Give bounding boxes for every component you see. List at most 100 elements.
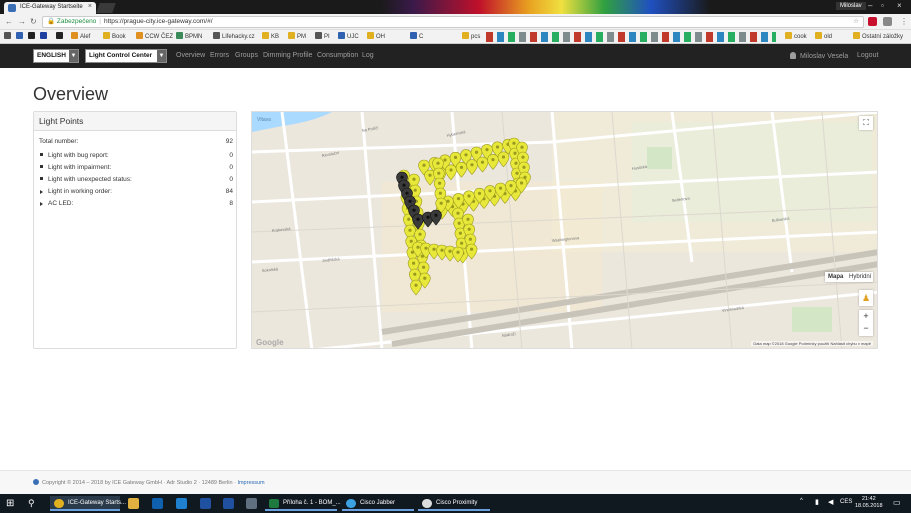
map-type-hybrid[interactable]: Hybridní: [849, 274, 871, 280]
map-type-map[interactable]: Mapa: [828, 274, 843, 280]
file-explorer-icon[interactable]: [128, 498, 139, 509]
ac-led-marker-dot: [408, 199, 412, 203]
bookmark-lifehacky[interactable]: Lifehacky.cz: [213, 32, 255, 42]
user-menu[interactable]: Miloslav Vesela: [790, 52, 848, 60]
maximize-icon[interactable]: ▫: [881, 1, 884, 10]
taskbar-app-chrome[interactable]: ICE-Gateway Starts...: [50, 496, 126, 511]
extension-icon[interactable]: [883, 17, 892, 26]
zoom-out-button[interactable]: −: [859, 323, 873, 336]
stat-value: 8: [229, 200, 233, 207]
word-icon[interactable]: [223, 498, 234, 509]
minimize-icon[interactable]: –: [868, 1, 872, 10]
jabber-icon: [346, 499, 356, 508]
tray-chevron-icon[interactable]: ^: [800, 498, 808, 509]
system-clock[interactable]: 21:42 18.05.2018: [855, 496, 883, 510]
apps-icon[interactable]: [4, 32, 13, 42]
bookmark-cook[interactable]: cook: [785, 32, 807, 42]
stat-value: 0: [229, 152, 233, 159]
working-light-marker-dot: [467, 227, 471, 231]
working-light-marker-dot: [422, 265, 426, 269]
stat-row-expandable[interactable]: Light in working order: 84: [39, 187, 233, 197]
logout-link[interactable]: Logout: [857, 52, 878, 59]
stat-row-expandable[interactable]: AC LED: 8: [39, 199, 233, 209]
copyright: Copyright © 2014 – 2018 by ICE Gateway G…: [33, 479, 265, 486]
stat-row[interactable]: Light with unexpected status: 0: [39, 175, 233, 185]
menu-icon[interactable]: ⋮: [900, 17, 908, 26]
map-view[interactable]: Vltava Hybernská Revoluční Krakovská Jin…: [251, 111, 878, 349]
ie-icon[interactable]: [176, 498, 187, 509]
tab-close-icon[interactable]: ×: [88, 3, 92, 10]
map-canvas[interactable]: Vltava Hybernská Revoluční Krakovská Jin…: [252, 112, 878, 349]
nav-groups[interactable]: Groups: [235, 52, 258, 59]
language-select[interactable]: ENGLISH ▼: [33, 49, 79, 63]
app-icon[interactable]: [246, 498, 257, 509]
bookmark-ujc[interactable]: UJC: [338, 32, 359, 42]
windows-start-icon[interactable]: ⊞: [6, 498, 17, 509]
bookmark-pm[interactable]: PM: [288, 32, 306, 42]
folder-icon: [367, 32, 374, 39]
bookmark-ccw[interactable]: CCW ČEZ: [136, 32, 173, 42]
working-light-marker-dot: [464, 153, 468, 157]
extension-icon[interactable]: [868, 17, 877, 26]
volume-icon[interactable]: ◀: [828, 498, 837, 509]
search-icon[interactable]: ⚲: [28, 498, 39, 509]
ac-led-marker-dot: [400, 175, 404, 179]
taskbar-app-jabber[interactable]: Cisco Jabber: [342, 496, 414, 511]
bookmark-icon[interactable]: [40, 32, 49, 42]
address-bar[interactable]: 🔒 Zabezpečeno | https://prague-city.ice-ga…: [42, 16, 864, 28]
map-attribution[interactable]: Data map ©2018 Google Podmínky použití N…: [751, 341, 873, 346]
bookmark-oh[interactable]: OH: [367, 32, 385, 42]
bookmark-icon[interactable]: [16, 32, 25, 42]
pegman-icon[interactable]: ♟: [859, 290, 873, 306]
titlebar-background: [380, 0, 710, 14]
network-icon[interactable]: ▮: [815, 498, 824, 509]
browser-profile[interactable]: Miloslav: [836, 2, 866, 10]
url-text: https://prague-city.ice-gateway.com/#/: [104, 18, 213, 25]
bookmark-c[interactable]: C: [410, 32, 423, 42]
language-value: ENGLISH: [37, 52, 66, 59]
other-bookmarks[interactable]: Ostatní záložky: [853, 32, 903, 42]
working-light-marker-dot: [449, 168, 453, 172]
bookmark-star-icon[interactable]: ☆: [853, 17, 859, 27]
site-icon: [410, 32, 417, 39]
stat-row[interactable]: Light with bug report: 0: [39, 151, 233, 161]
bookmark-icons-strip[interactable]: [486, 32, 776, 42]
bookmark-icon[interactable]: [56, 32, 65, 42]
working-light-marker-dot: [413, 188, 417, 192]
bookmark-pcs[interactable]: pcs: [462, 32, 480, 42]
forward-icon[interactable]: →: [18, 17, 26, 26]
bookmark-icon[interactable]: [28, 32, 37, 42]
bookmark-old[interactable]: old: [815, 32, 832, 42]
nav-dimming-profile[interactable]: Dimming Profile: [263, 52, 312, 59]
close-window-icon[interactable]: ×: [897, 1, 902, 10]
browser-tab-active[interactable]: ICE-Gateway Startseite ×: [4, 2, 96, 14]
new-tab-button[interactable]: [96, 3, 116, 13]
nav-overview[interactable]: Overview: [176, 52, 205, 59]
outlook-icon[interactable]: [152, 498, 163, 509]
impressum-link[interactable]: Impressum: [237, 480, 264, 486]
app-navbar: ENGLISH ▼ Light Control Center ▼ Overvie…: [0, 44, 911, 68]
bookmark-pi[interactable]: PI: [315, 32, 330, 42]
bookmark-alef[interactable]: Alef: [71, 32, 90, 42]
nav-log[interactable]: Log: [362, 52, 374, 59]
back-icon[interactable]: ←: [5, 17, 13, 26]
bookmark-book[interactable]: Book: [103, 32, 126, 42]
bookmark-bpmn[interactable]: BPMN: [176, 32, 202, 42]
reload-icon[interactable]: ↻: [30, 17, 37, 26]
bookmarks-bar: Alef Book CCW ČEZ BPMN Lifehacky.cz KB P…: [0, 30, 911, 44]
nav-consumption[interactable]: Consumption: [317, 52, 358, 59]
stat-row[interactable]: Light with impairment: 0: [39, 163, 233, 173]
module-select[interactable]: Light Control Center ▼: [85, 49, 167, 63]
folder-icon: [136, 32, 143, 39]
notifications-icon[interactable]: ▭: [893, 498, 904, 509]
windows-taskbar: ⊞ ⚲ ICE-Gateway Starts... Příloha č. 1 -…: [0, 494, 911, 513]
taskbar-app-excel[interactable]: Příloha č. 1 - BOM_...: [265, 496, 341, 511]
nav-errors[interactable]: Errors: [210, 52, 229, 59]
input-language[interactable]: CES: [840, 499, 852, 505]
working-light-marker-dot: [443, 158, 447, 162]
word-icon[interactable]: [200, 498, 211, 509]
fullscreen-button[interactable]: ⛶: [859, 116, 873, 130]
taskbar-app-proximity[interactable]: Cisco Proximity: [418, 496, 490, 511]
zoom-in-button[interactable]: +: [859, 310, 873, 323]
bookmark-kb[interactable]: KB: [262, 32, 279, 42]
